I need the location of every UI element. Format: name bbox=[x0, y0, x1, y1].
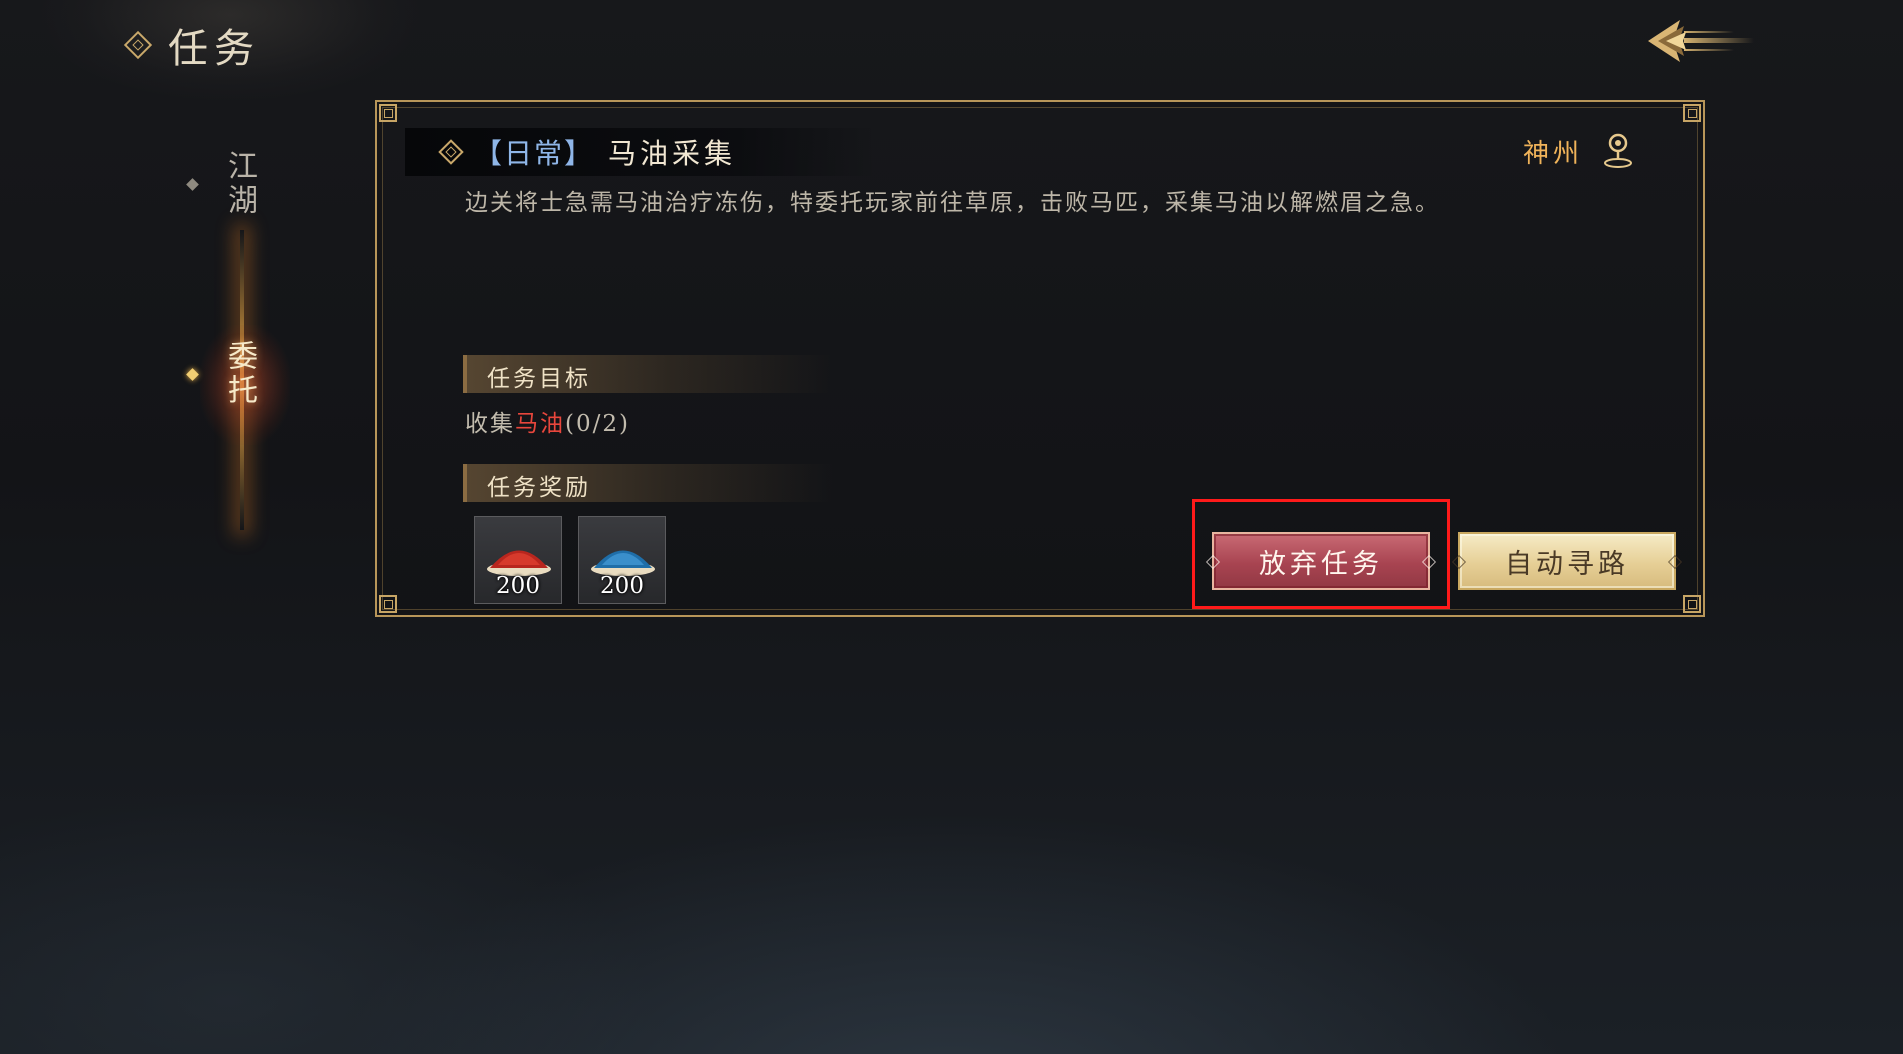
task-title: 【日常】 马油采集 bbox=[438, 132, 737, 172]
back-arrow-icon bbox=[1648, 20, 1754, 62]
reward-count: 200 bbox=[600, 573, 644, 599]
reward-item[interactable]: 200 bbox=[474, 516, 562, 604]
goal-section-title: 任务目标 bbox=[487, 366, 591, 392]
reward-section-title: 任务奖励 bbox=[487, 475, 591, 501]
reward-section-header: 任务奖励 bbox=[463, 464, 833, 502]
task-name: 马油采集 bbox=[608, 137, 737, 170]
side-nav: 江湖 委托 bbox=[170, 140, 330, 560]
location-name: 神州 bbox=[1522, 138, 1583, 169]
header: 任务 bbox=[123, 16, 260, 74]
goal-line: 收集马油(0/2) bbox=[465, 404, 630, 438]
corner-ornament bbox=[1683, 595, 1701, 613]
task-category: 【日常】 bbox=[474, 137, 595, 170]
side-nav-label: 委托 bbox=[222, 340, 257, 408]
auto-path-button[interactable]: 自动寻路 bbox=[1451, 532, 1683, 590]
page-title: 任务 bbox=[168, 26, 260, 72]
auto-path-label: 自动寻路 bbox=[1505, 548, 1629, 580]
corner-ornament bbox=[379, 595, 397, 613]
goal-section-header: 任务目标 bbox=[463, 355, 833, 393]
diamond-icon bbox=[123, 30, 153, 60]
back-button[interactable] bbox=[1640, 14, 1755, 69]
side-nav-label: 江湖 bbox=[222, 150, 257, 218]
task-description: 边关将士急需马油治疗冻伤，特委托玩家前往草原，击败马匹，采集马油以解燃眉之急。 bbox=[465, 190, 1440, 216]
nav-bullet-icon bbox=[186, 367, 199, 381]
reward-item[interactable]: 200 bbox=[578, 516, 666, 604]
task-detail-panel: 【日常】 马油采集 神州 边关将士急需马油治疗冻伤，特委托玩家前往草原，击败马匹… bbox=[375, 100, 1705, 617]
map-pin-icon[interactable] bbox=[1601, 132, 1635, 170]
reward-count: 200 bbox=[496, 573, 540, 599]
side-nav-item-jianghu[interactable]: 江湖 bbox=[186, 150, 257, 218]
nav-bullet-icon bbox=[186, 177, 199, 191]
diamond-icon bbox=[438, 139, 464, 165]
task-location: 神州 bbox=[1523, 132, 1635, 170]
corner-ornament bbox=[1683, 104, 1701, 122]
button-deco-icon bbox=[1451, 554, 1467, 570]
side-nav-item-weituo[interactable]: 委托 bbox=[186, 340, 257, 408]
goal-item: 马油 bbox=[515, 411, 565, 437]
goal-progress: (0/2) bbox=[565, 411, 630, 437]
corner-ornament bbox=[379, 104, 397, 122]
abandon-task-label: 放弃任务 bbox=[1259, 548, 1383, 580]
abandon-task-button[interactable]: 放弃任务 bbox=[1205, 532, 1437, 590]
button-deco-icon bbox=[1667, 554, 1683, 570]
goal-prefix: 收集 bbox=[465, 411, 515, 437]
